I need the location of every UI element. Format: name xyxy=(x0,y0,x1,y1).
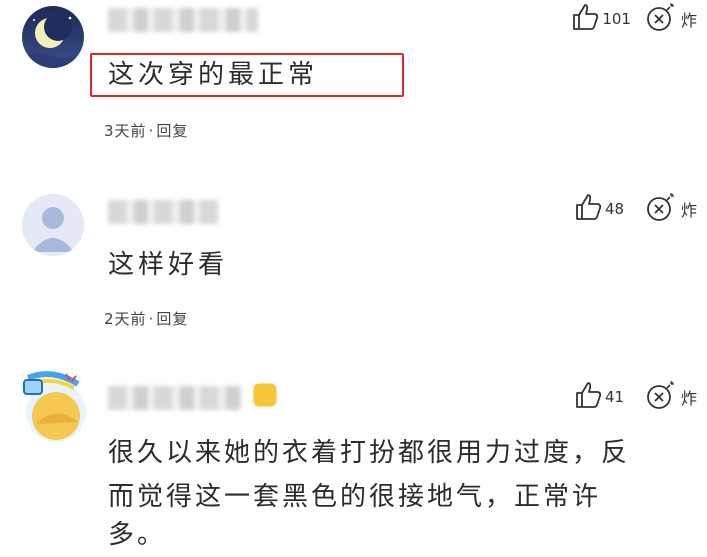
cartoon-avatar-icon xyxy=(23,371,86,442)
bomb-label: 炸 xyxy=(680,389,697,408)
like-count: 48 xyxy=(604,200,625,218)
avatar[interactable] xyxy=(22,6,84,68)
comment-text-line: 很久以来她的衣着打扮都很用力过度，反 xyxy=(108,438,631,468)
like-button[interactable]: 41 xyxy=(573,380,631,414)
comment-text-line: 多。 xyxy=(108,520,167,550)
moon-avatar-icon xyxy=(22,6,84,68)
username-blurred[interactable] xyxy=(108,8,258,32)
username-blurred[interactable] xyxy=(108,386,242,410)
highlight-box xyxy=(90,53,404,97)
bomb-label: 炸 xyxy=(680,201,697,220)
bomb-icon xyxy=(645,191,677,227)
comment-time: 3天前 xyxy=(104,122,147,140)
like-button[interactable]: 48 xyxy=(573,192,631,226)
bomb-button[interactable]: 炸 xyxy=(645,379,697,415)
like-count: 41 xyxy=(604,388,625,406)
meta-separator: · xyxy=(148,310,155,328)
comment-actions: 48 炸 xyxy=(573,191,697,227)
bomb-icon xyxy=(645,379,677,415)
bomb-button[interactable]: 炸 xyxy=(645,1,697,37)
comment-text: 这样好看 xyxy=(108,250,229,280)
avatar[interactable] xyxy=(22,370,86,446)
username-blurred[interactable] xyxy=(108,200,218,224)
comment-meta: 2天前 · 回复 xyxy=(104,308,188,329)
comment-actions: 101 炸 xyxy=(570,1,697,37)
vip-badge xyxy=(254,384,276,406)
meta-separator: · xyxy=(148,122,155,140)
comment-meta: 3天前 · 回复 xyxy=(104,120,188,141)
comment-time: 2天前 xyxy=(104,310,147,328)
comment-actions: 41 炸 xyxy=(573,379,697,415)
bomb-label: 炸 xyxy=(680,11,697,30)
thumbs-up-icon xyxy=(573,192,603,226)
thumbs-up-icon xyxy=(573,380,603,414)
thumbs-up-icon xyxy=(570,2,600,36)
reply-link[interactable]: 回复 xyxy=(156,122,188,140)
like-button[interactable]: 101 xyxy=(570,2,631,36)
bomb-icon xyxy=(645,1,677,37)
like-count: 101 xyxy=(602,10,631,28)
reply-link[interactable]: 回复 xyxy=(156,310,188,328)
default-avatar-icon xyxy=(22,194,84,256)
bomb-button[interactable]: 炸 xyxy=(645,191,697,227)
comment-text-line: 而觉得这一套黑色的很接地气，正常许 xyxy=(108,482,602,512)
avatar[interactable] xyxy=(22,194,84,256)
